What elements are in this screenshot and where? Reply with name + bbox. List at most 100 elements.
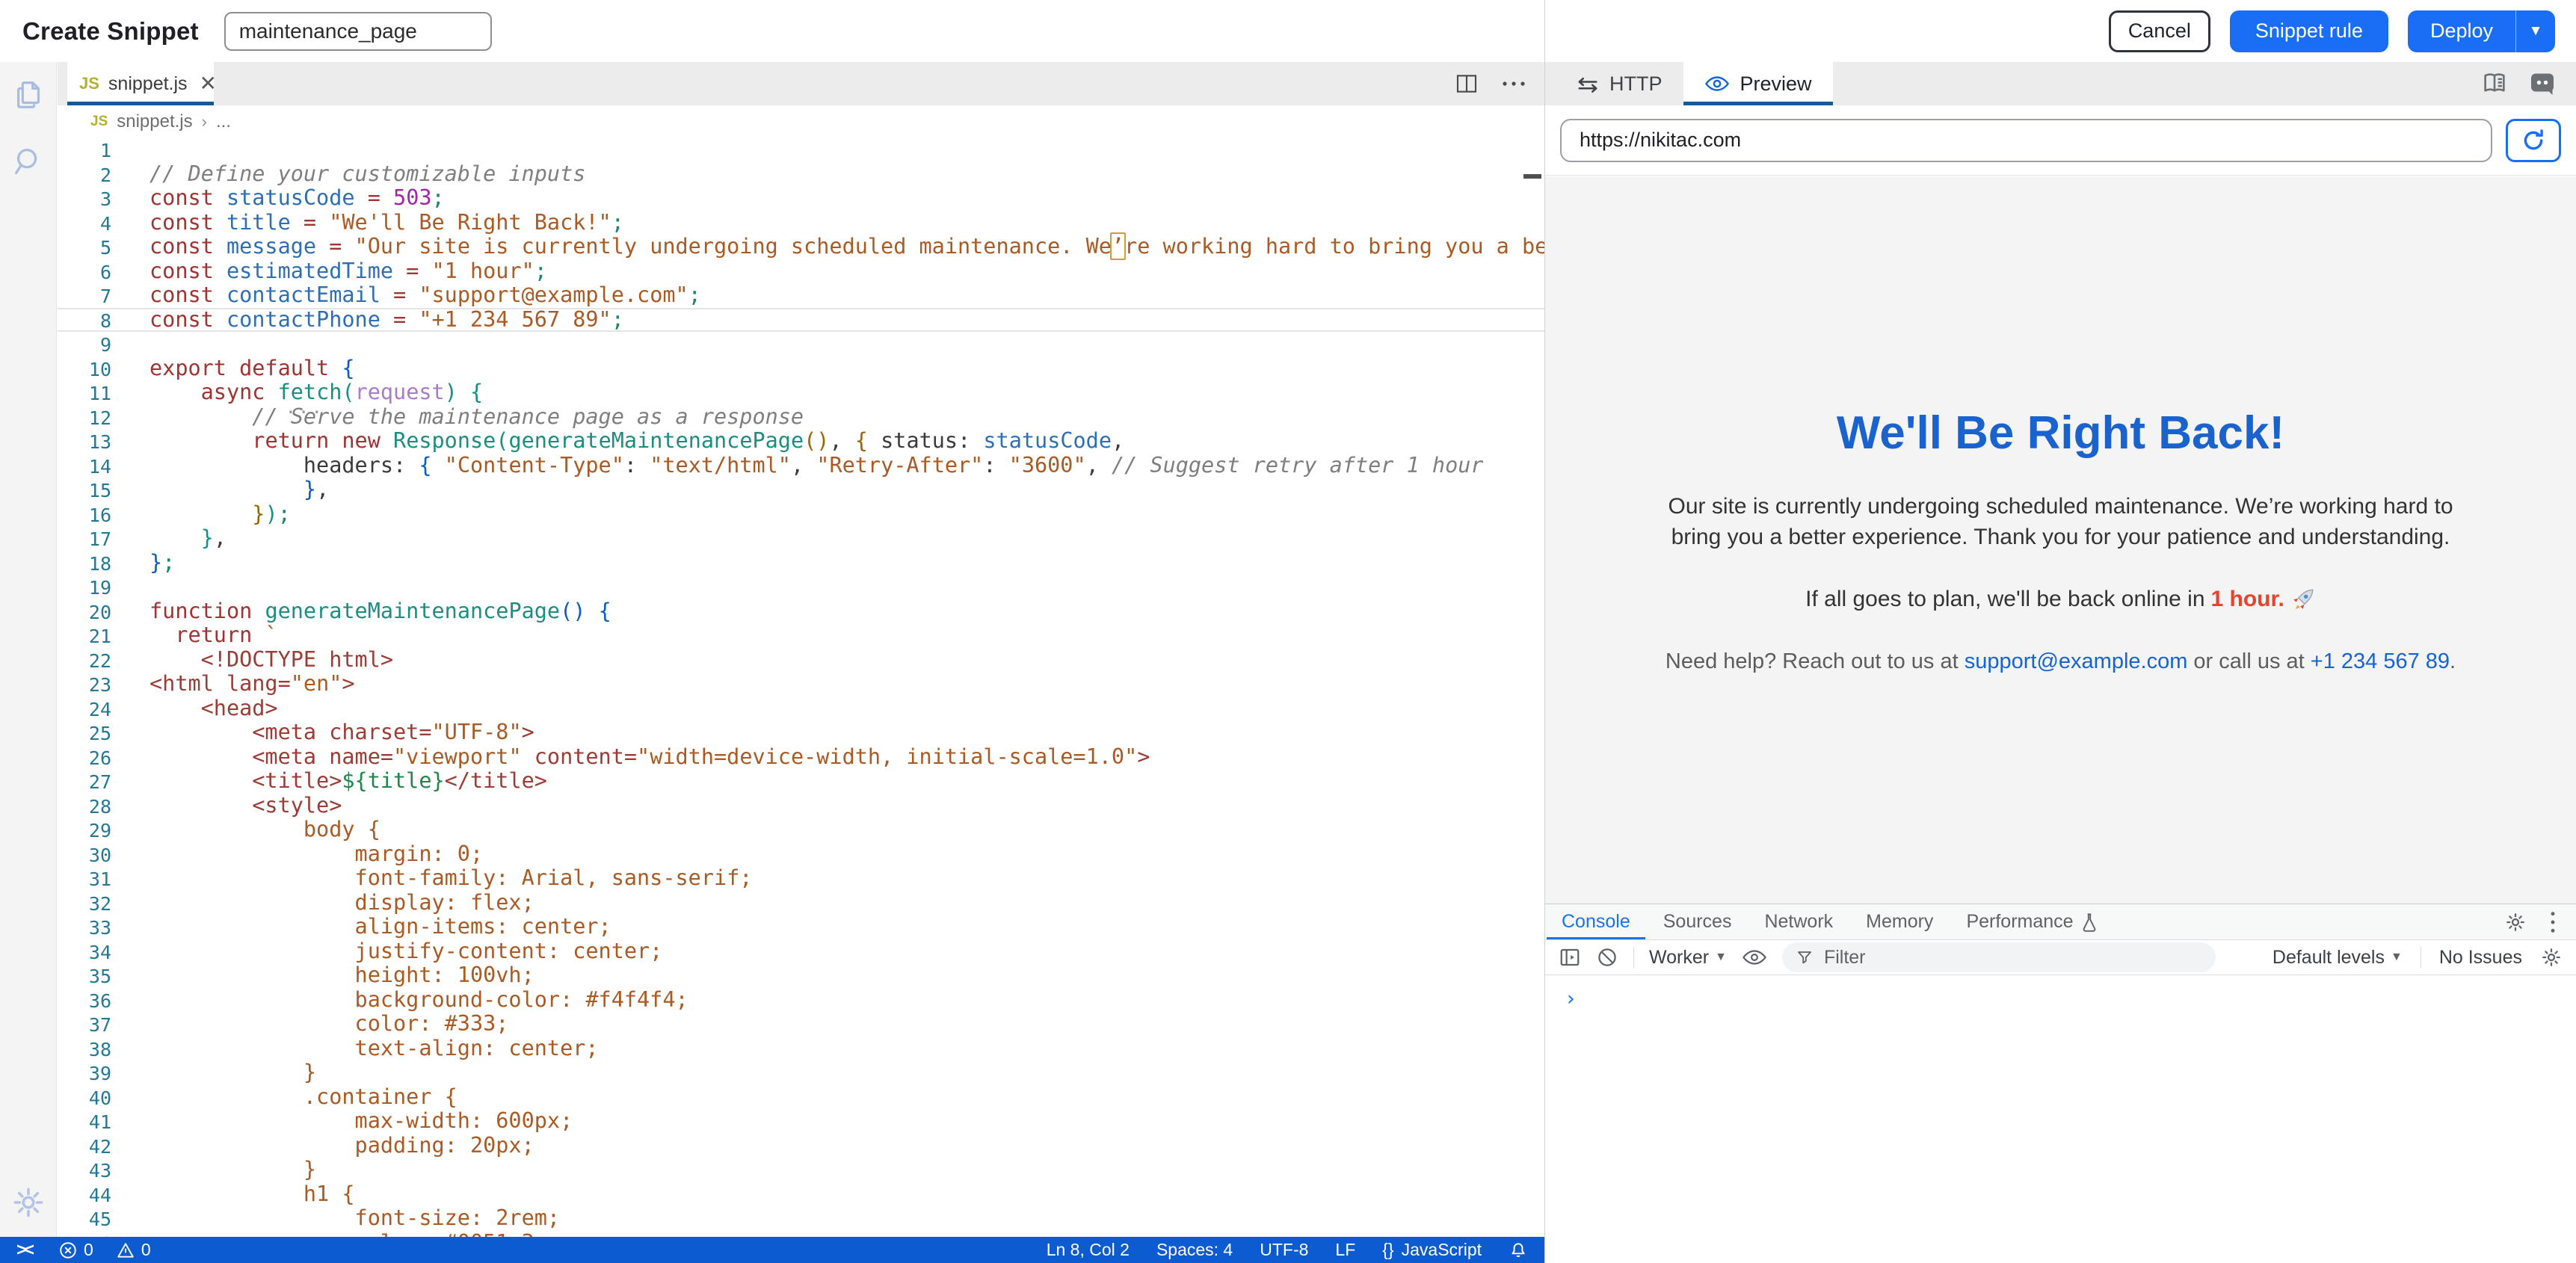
docs-book-icon[interactable]	[2480, 71, 2509, 96]
code-line[interactable]: 11 async fetch(request) {	[58, 380, 1544, 405]
devtools-tab-sources[interactable]: Sources	[1647, 904, 1748, 939]
breadcrumb-file[interactable]: snippet.js	[117, 111, 192, 132]
code-line[interactable]: 17 },	[58, 526, 1544, 551]
phone-link[interactable]: +1 234 567 89	[2311, 649, 2450, 673]
code-line[interactable]: 30 margin: 0;	[58, 842, 1544, 867]
code-line[interactable]: 31 font-family: Arial, sans-serif;	[58, 866, 1544, 891]
console-filter-input[interactable]: Filter	[1782, 942, 2216, 972]
settings-gear-icon[interactable]	[10, 1185, 46, 1220]
snippet-name-input[interactable]	[224, 12, 492, 51]
discord-icon[interactable]	[2528, 70, 2557, 97]
snippet-rule-button[interactable]: Snippet rule	[2230, 10, 2388, 52]
problems-warnings[interactable]: 0	[116, 1240, 151, 1260]
console-prompt[interactable]: ›	[1545, 975, 2576, 1010]
code-line[interactable]: 22 <!DOCTYPE html>	[58, 648, 1544, 673]
code-line[interactable]: 5const message = "Our site is currently …	[58, 235, 1544, 259]
code-line[interactable]: 14 headers: { "Content-Type": "text/html…	[58, 454, 1544, 478]
code-line[interactable]: 27 <title>${title}</title>	[58, 769, 1544, 794]
devtools-settings-gear-icon[interactable]	[2504, 911, 2527, 933]
code-line[interactable]: 21 return `	[58, 623, 1544, 648]
tab-http[interactable]: HTTP	[1556, 62, 1683, 105]
search-icon[interactable]	[11, 144, 46, 179]
breadcrumb-more[interactable]: ...	[216, 111, 231, 132]
code-line[interactable]: 6const estimatedTime = "1 hour";	[58, 259, 1544, 284]
code-line[interactable]: 37 color: #333;	[58, 1012, 1544, 1037]
code-line[interactable]: 16 });	[58, 502, 1544, 527]
devtools-tab-memory[interactable]: Memory	[1849, 904, 1950, 939]
code-line[interactable]: 24 <head>	[58, 697, 1544, 721]
deploy-split-button[interactable]: Deploy ▼	[2408, 10, 2555, 52]
line-number: 38	[58, 1038, 111, 1063]
code-line[interactable]: 26 <meta name="viewport" content="width=…	[58, 745, 1544, 770]
more-actions-icon[interactable]	[1501, 80, 1526, 87]
devtools-tab-performance[interactable]: Performance	[1950, 904, 2113, 939]
code-line[interactable]: 13 return new Response(generateMaintenan…	[58, 429, 1544, 454]
code-line[interactable]: 43 }	[58, 1158, 1544, 1182]
devtools-tab-console[interactable]: Console	[1545, 904, 1647, 939]
page-title: Create Snippet	[22, 17, 199, 46]
code-line[interactable]: 40 .container {	[58, 1085, 1544, 1110]
refresh-button[interactable]	[2506, 119, 2561, 162]
deploy-dropdown-caret-icon[interactable]: ▼	[2515, 10, 2555, 52]
code-line[interactable]: 32 display: flex;	[58, 891, 1544, 915]
js-file-icon: JS	[90, 114, 108, 130]
code-line[interactable]: 1	[58, 138, 1544, 162]
code-line[interactable]: 20function generateMaintenancePage() {	[58, 599, 1544, 624]
code-line[interactable]: 8const contactPhone = "+1 234 567 89";	[58, 308, 1544, 333]
code-line[interactable]: 19	[58, 575, 1544, 599]
tab-snippet-js[interactable]: JS snippet.js ✕	[67, 62, 214, 105]
code-line[interactable]: 3const statusCode = 503;	[58, 186, 1544, 211]
code-line[interactable]: 34 justify-content: center;	[58, 939, 1544, 964]
code-line[interactable]: 39 }	[58, 1060, 1544, 1085]
close-tab-icon[interactable]: ✕	[200, 73, 217, 94]
problems-errors[interactable]: 0	[58, 1240, 93, 1260]
code-line[interactable]: 29 body {	[58, 818, 1544, 842]
preview-url-input[interactable]	[1560, 119, 2492, 162]
language-mode[interactable]: {}JavaScript	[1382, 1240, 1482, 1260]
console-sidebar-toggle-icon[interactable]	[1559, 946, 1581, 969]
code-line[interactable]: 38 text-align: center;	[58, 1037, 1544, 1061]
devtools-tab-network[interactable]: Network	[1748, 904, 1849, 939]
code-line[interactable]: 41 max-width: 600px;	[58, 1109, 1544, 1134]
code-line[interactable]: 18};	[58, 551, 1544, 575]
code-line[interactable]: 10export default {	[58, 356, 1544, 381]
code-line[interactable]: 12 // Serve the maintenance page as a re…	[58, 405, 1544, 430]
support-email-link[interactable]: support@example.com	[1965, 649, 2188, 673]
code-line[interactable]: 33 align-items: center;	[58, 915, 1544, 939]
code-line[interactable]: 35 height: 100vh;	[58, 963, 1544, 988]
notifications-bell-icon[interactable]	[1509, 1241, 1528, 1260]
code-line[interactable]: 25 <meta charset="UTF-8">	[58, 720, 1544, 745]
tab-preview[interactable]: Preview	[1683, 62, 1833, 105]
split-editor-icon[interactable]	[1455, 72, 1479, 95]
issues-counter[interactable]: No Issues	[2439, 947, 2522, 969]
code-line[interactable]: 46 color: #0051c3;	[58, 1231, 1544, 1238]
code-lines[interactable]: 12// Define your customizable inputs3con…	[58, 138, 1544, 1237]
code-line[interactable]: 42 padding: 20px;	[58, 1134, 1544, 1158]
breadcrumb[interactable]: JS snippet.js › ...	[58, 105, 1544, 138]
code-line[interactable]: 36 background-color: #f4f4f4;	[58, 988, 1544, 1013]
code-line[interactable]: 45 font-size: 2rem;	[58, 1206, 1544, 1231]
indentation[interactable]: Spaces: 4	[1156, 1240, 1233, 1260]
console-settings-gear-icon[interactable]	[2540, 946, 2563, 969]
clear-console-icon[interactable]	[1596, 946, 1618, 969]
cursor-position[interactable]: Ln 8, Col 2	[1047, 1240, 1130, 1260]
cancel-button[interactable]: Cancel	[2109, 10, 2210, 52]
code-line[interactable]: 23<html lang="en">	[58, 672, 1544, 697]
swap-arrows-icon	[1577, 74, 1599, 93]
live-expression-eye-icon[interactable]	[1742, 948, 1767, 967]
log-levels-dropdown[interactable]: Default levels▼	[2273, 947, 2403, 969]
eol-sequence[interactable]: LF	[1335, 1240, 1355, 1260]
context-selector[interactable]: Worker▼	[1649, 947, 1727, 969]
code-line[interactable]: 7const contactEmail = "support@example.c…	[58, 283, 1544, 308]
code-line[interactable]: 44 h1 {	[58, 1182, 1544, 1207]
files-icon[interactable]	[11, 77, 46, 111]
deploy-button[interactable]: Deploy	[2408, 10, 2515, 52]
code-line[interactable]: 28 <style>	[58, 794, 1544, 818]
code-line[interactable]: 9	[58, 332, 1544, 356]
code-line[interactable]: 2// Define your customizable inputs	[58, 162, 1544, 187]
encoding[interactable]: UTF-8	[1260, 1240, 1308, 1260]
code-line[interactable]: 15 },	[58, 478, 1544, 502]
code-line[interactable]: 4const title = "We'll Be Right Back!";	[58, 211, 1544, 235]
devtools-kebab-menu-icon[interactable]	[2549, 910, 2557, 934]
remote-indicator-icon[interactable]: ><	[16, 1240, 31, 1261]
